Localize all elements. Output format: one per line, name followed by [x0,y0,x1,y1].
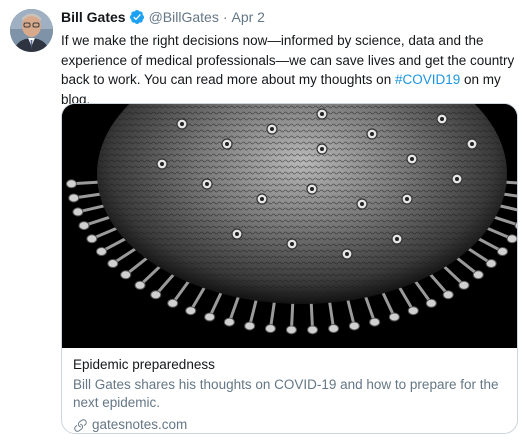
link-preview-card[interactable]: Epidemic preparedness Bill Gates shares … [61,103,518,434]
virus-surface-spike [356,198,368,210]
card-domain-text: gatesnotes.com [92,417,188,432]
virus-illustration [62,104,517,348]
virus-surface-spike [406,153,418,165]
card-domain[interactable]: gatesnotes.com [73,416,507,433]
tweet[interactable]: Bill Gates @BillGates · Apr 2 If we make… [0,0,530,445]
virus-surface-spike [316,108,328,120]
virus-surface-spike [401,193,413,205]
card-image [62,104,517,348]
virus-surface-spike [466,138,478,150]
hashtag-link[interactable]: #COVID19 [395,72,460,87]
tweet-header: Bill Gates @BillGates · Apr 2 [61,7,519,27]
card-description: Bill Gates shares his thoughts on COVID-… [73,377,499,410]
header-separator: · [222,9,228,25]
avatar-image [10,9,53,52]
verified-badge-icon [129,9,145,25]
virus-surface-spike [156,158,168,170]
virus-surface-spike [306,183,318,195]
tweet-date[interactable]: Apr 2 [232,9,265,25]
author-handle[interactable]: @BillGates [149,9,219,25]
virus-surface-spike [221,138,233,150]
virus-surface-spike [366,128,378,140]
card-body: Epidemic preparedness Bill Gates shares … [73,356,507,433]
tweet-content: Bill Gates @BillGates · Apr 2 If we make… [61,7,519,434]
virus-surface-spike [391,233,403,245]
author-name[interactable]: Bill Gates [61,9,126,25]
card-title: Epidemic preparedness [73,357,215,372]
virus-surface-spike [436,113,448,125]
virus-surface-spike [256,193,268,205]
avatar[interactable] [10,9,53,52]
virus-surface-spike [201,178,213,190]
virus-surface-spike [266,123,278,135]
virus-surface-spike [286,238,298,250]
virus-surface-spike [231,228,243,240]
virus-surface-spike [176,118,188,130]
tweet-text: If we make the right decisions now—infor… [61,31,516,109]
virus-surface-spike [341,248,353,260]
link-icon [73,418,88,433]
virus-surface-spike [451,173,463,185]
virus-surface-spike [316,143,328,155]
